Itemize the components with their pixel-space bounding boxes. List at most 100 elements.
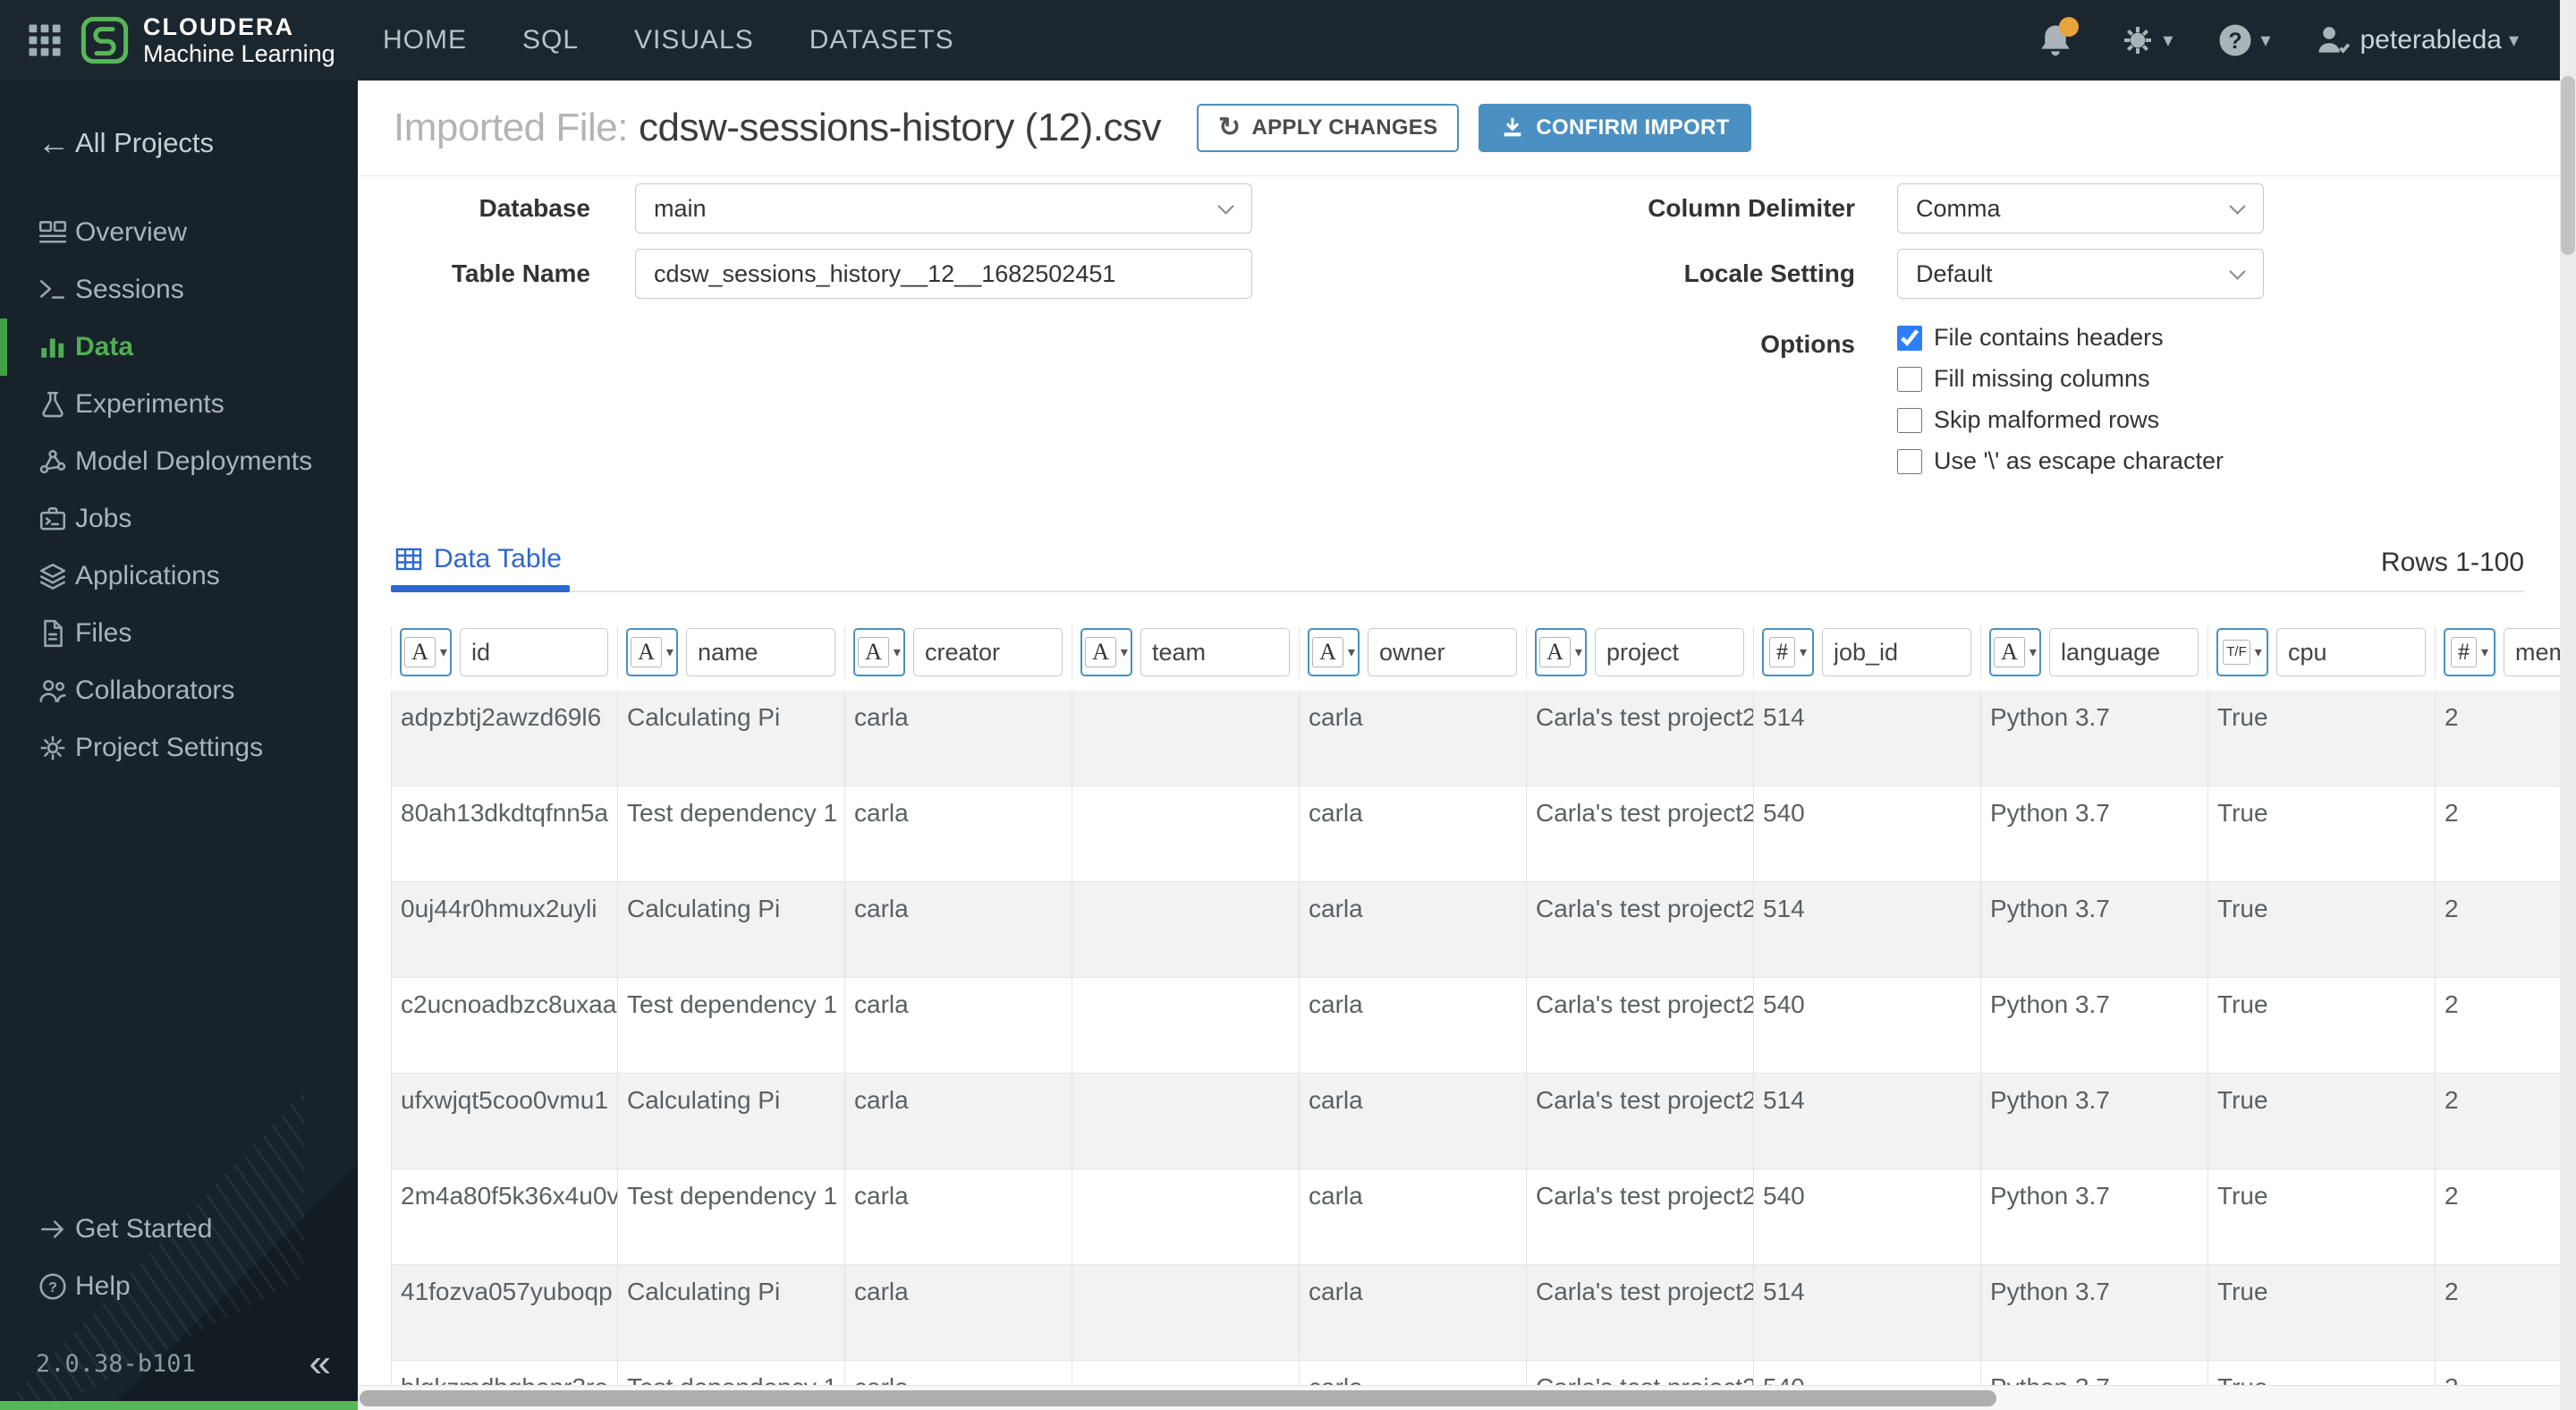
option-use-as-escape-character[interactable]: Use '\' as escape character (1897, 447, 2224, 475)
cell-language: Python 3.7 (1981, 978, 2208, 1073)
locale-setting-select[interactable]: Default (1897, 249, 2264, 299)
brand-text: CLOUDERA Machine Learning (143, 13, 335, 67)
cell-id: ufxwjqt5coo0vmu1 (391, 1074, 618, 1168)
chevron-down-icon: ▾ (1120, 645, 1128, 660)
sidebar-item-label: Overview (75, 217, 188, 247)
nav-datasets[interactable]: DATASETS (809, 25, 954, 55)
column-type-icon: A (631, 637, 662, 667)
column-header-team: A ▾ (1072, 626, 1300, 678)
cell-creator: carla (845, 691, 1072, 786)
database-select[interactable]: main (635, 183, 1252, 234)
cell-name: Test dependency 1 (618, 978, 845, 1073)
column-type-button-creator[interactable]: A ▾ (853, 628, 905, 676)
chevron-down-icon: ▾ (2163, 29, 2174, 51)
vertical-scrollbar[interactable] (2560, 0, 2576, 1410)
nav-home[interactable]: HOME (383, 25, 467, 55)
download-icon (1500, 115, 1525, 140)
tab-data-table-label: Data Table (434, 544, 562, 573)
sidebar-item-overview[interactable]: Overview (0, 204, 358, 261)
column-type-button-name[interactable]: A ▾ (626, 628, 678, 676)
column-name-input-creator[interactable] (913, 628, 1063, 676)
column-type-button-owner[interactable]: A ▾ (1308, 628, 1360, 676)
option-checkbox[interactable] (1897, 448, 1922, 474)
column-name-input-cpu[interactable] (2276, 628, 2426, 676)
sidebar-item-help[interactable]: ? Help (0, 1258, 358, 1315)
help-menu-button[interactable]: ? ▾ (2217, 22, 2270, 58)
sidebar-item-label: Model Deployments (75, 446, 313, 476)
cloudera-logo-icon[interactable] (80, 16, 129, 64)
option-skip-malformed-rows[interactable]: Skip malformed rows (1897, 406, 2224, 434)
table-row: 0uj44r0hmux2uyli Calculating Pi carla carla… (391, 882, 2560, 978)
sidebar-item-data[interactable]: Data (0, 319, 358, 376)
option-label: Use '\' as escape character (1934, 447, 2224, 474)
cell-memory: 2 (2436, 1265, 2560, 1360)
column-type-icon: A (1994, 637, 2025, 667)
chevron-down-icon (2229, 198, 2246, 215)
column-type-button-memory[interactable]: # ▾ (2444, 628, 2496, 676)
cell-language: Python 3.7 (1981, 1265, 2208, 1360)
notifications-button[interactable] (2036, 17, 2080, 60)
options-list: File contains headers Fill missing column… (1897, 324, 2224, 475)
apply-changes-button[interactable]: ↻ APPLY CHANGES (1197, 104, 1460, 152)
nav-visuals[interactable]: VISUALS (634, 25, 754, 55)
sidebar-item-all-projects[interactable]: ← All Projects (0, 115, 358, 172)
cell-language: Python 3.7 (1981, 691, 2208, 786)
table-grid-icon (394, 545, 423, 573)
option-file-contains-headers[interactable]: File contains headers (1897, 324, 2224, 352)
sidebar-item-sessions[interactable]: Sessions (0, 261, 358, 319)
sidebar-item-label: Experiments (75, 389, 225, 419)
column-name-input-owner[interactable] (1368, 628, 1517, 676)
option-checkbox[interactable] (1897, 407, 1922, 433)
tab-data-table[interactable]: Data Table (391, 544, 592, 574)
option-checkbox[interactable] (1897, 325, 1922, 351)
sidebar-item-model-deployments[interactable]: Model Deployments (0, 433, 358, 490)
sidebar-item-get-started[interactable]: Get Started (0, 1201, 358, 1258)
sidebar-item-files[interactable]: Files (0, 605, 358, 662)
horizontal-scrollbar[interactable] (358, 1385, 2560, 1410)
cell-team (1072, 1169, 1300, 1264)
option-fill-missing-columns[interactable]: Fill missing columns (1897, 365, 2224, 393)
column-type-button-team[interactable]: A ▾ (1080, 628, 1132, 676)
column-delimiter-label: Column Delimiter (1648, 194, 1855, 222)
chevron-down-icon: ▾ (2480, 645, 2489, 660)
sidebar-item-jobs[interactable]: Jobs (0, 490, 358, 548)
table-name-input[interactable] (635, 249, 1252, 299)
column-type-button-id[interactable]: A ▾ (400, 628, 452, 676)
sidebar-item-applications[interactable]: Applications (0, 548, 358, 605)
column-type-button-job-id[interactable]: # ▾ (1762, 628, 1814, 676)
column-name-input-team[interactable] (1140, 628, 1290, 676)
confirm-import-button[interactable]: CONFIRM IMPORT (1479, 104, 1751, 152)
table-row: ufxwjqt5coo0vmu1 Calculating Pi carla carla… (391, 1074, 2560, 1169)
column-name-input-id[interactable] (460, 628, 608, 676)
cell-project: Carla's test project2 (1527, 1074, 1754, 1168)
page-header: Imported File: cdsw-sessions-history (12… (358, 81, 2560, 176)
user-menu-button[interactable]: peterableda ▾ (2315, 22, 2519, 58)
column-type-button-project[interactable]: A ▾ (1535, 628, 1587, 676)
column-name-input-name[interactable] (686, 628, 835, 676)
chevron-down-icon: ▾ (1347, 645, 1355, 660)
sidebar-item-experiments[interactable]: Experiments (0, 376, 358, 433)
column-name-input-job-id[interactable] (1822, 628, 1971, 676)
option-checkbox[interactable] (1897, 366, 1922, 392)
column-name-input-project[interactable] (1595, 628, 1744, 676)
settings-menu-button[interactable]: ▾ (2120, 22, 2173, 58)
horizontal-scrollbar-thumb[interactable] (360, 1390, 1996, 1406)
sidebar-item-label: Project Settings (75, 733, 264, 762)
cell-team (1072, 1265, 1300, 1360)
collapse-sidebar-icon[interactable]: « (309, 1344, 331, 1383)
vertical-scrollbar-thumb[interactable] (2561, 76, 2575, 255)
column-type-button-language[interactable]: A ▾ (1989, 628, 2041, 676)
column-delimiter-select[interactable]: Comma (1897, 183, 2264, 234)
apps-grid-icon[interactable] (27, 22, 63, 58)
sidebar-item-collaborators[interactable]: Collaborators (0, 662, 358, 719)
column-delimiter-value: Comma (1916, 194, 2001, 222)
table-row: 41fozva057yuboqp Calculating Pi carla carla… (391, 1265, 2560, 1361)
column-name-input-language[interactable] (2049, 628, 2199, 676)
sidebar-item-project-settings[interactable]: Project Settings (0, 719, 358, 777)
column-type-button-cpu[interactable]: T/F ▾ (2216, 628, 2268, 676)
column-name-input-memory[interactable] (2504, 628, 2560, 676)
all-projects-label: All Projects (75, 127, 215, 158)
brand-area: CLOUDERA Machine Learning (0, 13, 358, 67)
header-buttons: ↻ APPLY CHANGES CONFIRM IMPORT (1197, 104, 1751, 152)
nav-sql[interactable]: SQL (522, 25, 579, 55)
